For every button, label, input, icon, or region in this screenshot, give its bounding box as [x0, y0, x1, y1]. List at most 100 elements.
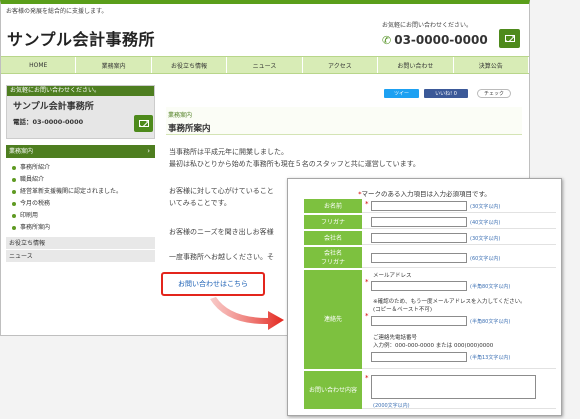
- sidebar-contact-bar: お気軽にお問い合わせください。: [7, 86, 154, 96]
- form-label-furigana: フリガナ: [304, 215, 362, 229]
- paragraph-text: いてみることです。: [169, 199, 231, 207]
- sidebar-item-label: 事務所紹介: [20, 164, 51, 171]
- form-label-contact: 連絡先: [304, 270, 362, 369]
- input-hint: (半角13文字以内): [470, 355, 511, 361]
- sidebar-item-label: 経営革新支援機関に認定されました。: [20, 188, 123, 195]
- email-label: メールアドレス: [373, 273, 412, 279]
- like-button[interactable]: いいね! 0: [424, 89, 468, 98]
- sidebar-item-label: 印刷用: [20, 212, 39, 219]
- sidebar-office-name: サンプル会計事務所: [13, 102, 94, 112]
- paragraph-text: お客様のニーズを聞き出しお客様: [169, 228, 274, 236]
- sidebar-item-tax[interactable]: 今月の税務: [12, 198, 155, 210]
- bullet-icon: [12, 202, 16, 206]
- header-mail-button[interactable]: [499, 29, 520, 48]
- breadcrumb-category: 業務案内: [168, 112, 193, 119]
- global-nav: HOME 業務案内 お役立ち情報 ニュース アクセス お問い合わせ 決算公告: [1, 56, 529, 74]
- company-input[interactable]: [371, 233, 467, 243]
- bullet-icon: [12, 214, 16, 218]
- sidebar-link-useful-info[interactable]: お役立ち情報: [6, 236, 155, 249]
- nav-item-financial-notice[interactable]: 決算公告: [454, 57, 529, 73]
- contact-cta-link[interactable]: お問い合わせはこちら: [161, 272, 265, 296]
- furigana-input[interactable]: [371, 217, 467, 227]
- input-hint: (半角80文字以内): [470, 284, 511, 290]
- email-confirm-input[interactable]: [371, 316, 467, 326]
- label-line: フリガナ: [320, 258, 345, 266]
- sidebar-item-label: 今月の税務: [20, 200, 51, 207]
- nav-item-home[interactable]: HOME: [1, 57, 77, 73]
- tel-format: 入力例：000-000-0000 または 000(000)0000: [373, 343, 494, 349]
- bullet-icon: [12, 166, 16, 170]
- input-hint: (2000文字以内): [373, 403, 410, 409]
- form-row-inquiry: お問い合わせ内容 * (2000文字以内): [304, 371, 556, 410]
- sidebar-menu: 業務案内 › 事務所紹介 職員紹介 経営革新支援機関に認定されました。 今月の税務…: [6, 145, 155, 262]
- bullet-icon: [12, 226, 16, 230]
- sidebar-mail-button[interactable]: [134, 115, 153, 132]
- check-button[interactable]: チェック: [477, 89, 511, 98]
- input-hint: (半角80文字以内): [470, 319, 511, 325]
- contact-form-panel: *マークのある入力項目は入力必須項目です。 お名前 * (30文字以内) フリガ…: [287, 178, 562, 416]
- site-logo[interactable]: サンプル会計事務所: [7, 26, 155, 50]
- input-hint: (30文字以内): [470, 204, 501, 210]
- tweet-label: ツイー: [393, 91, 409, 97]
- tel-input[interactable]: [371, 352, 467, 362]
- form-row-company-furigana: 会社名 フリガナ (60文字以内): [304, 247, 556, 269]
- form-row-contact: 連絡先 メールアドレス * (半角80文字以内) ※確認のため、もう一度メールア…: [304, 270, 556, 370]
- like-label: いいね! 0: [435, 91, 457, 97]
- sidebar-link-news[interactable]: ニュース: [6, 249, 155, 262]
- form-row-company: 会社名 (30文字以内): [304, 231, 556, 246]
- nav-item-news[interactable]: ニュース: [227, 57, 303, 73]
- tweet-button[interactable]: ツイー: [384, 89, 419, 98]
- required-star: *: [365, 374, 369, 382]
- form-row-furigana: フリガナ (40文字以内): [304, 215, 556, 230]
- nav-item-access[interactable]: アクセス: [303, 57, 379, 73]
- form-label-inquiry: お問い合わせ内容: [304, 371, 362, 409]
- input-hint: (60文字以内): [470, 256, 501, 262]
- input-hint: (30文字以内): [470, 236, 501, 242]
- header-phone[interactable]: ✆ 03-0000-0000: [382, 33, 488, 47]
- sidebar-item-certification[interactable]: 経営革新支援機関に認定されました。: [12, 186, 155, 198]
- label-line: 会社名: [323, 249, 342, 257]
- sidebar-contact-box: お気軽にお問い合わせください。 サンプル会計事務所 電話：03-0000-000…: [6, 85, 155, 139]
- paragraph-text: 当事務所は平成元年に開業しました。: [169, 148, 288, 156]
- sidebar-phone[interactable]: 電話：03-0000-0000: [7, 112, 154, 126]
- sidebar-item-print[interactable]: 印刷用: [12, 210, 155, 222]
- phone-icon: ✆: [382, 34, 392, 47]
- bullet-icon: [12, 190, 16, 194]
- sidebar-item-label: 事務所案内: [20, 224, 51, 231]
- bullet-icon: [12, 178, 16, 182]
- form-label-company-furigana: 会社名 フリガナ: [304, 247, 362, 268]
- inquiry-textarea[interactable]: [371, 375, 536, 399]
- form-row-name: お名前 * (30文字以内): [304, 199, 556, 214]
- sidebar-item-staff[interactable]: 職員紹介: [12, 174, 155, 186]
- page-title: 事務所案内: [168, 124, 211, 134]
- mail-icon: [504, 35, 515, 42]
- company-furigana-input[interactable]: [371, 253, 467, 263]
- sidebar-menu-list: 事務所紹介 職員紹介 経営革新支援機関に認定されました。 今月の税務 印刷用 事…: [6, 158, 155, 236]
- sidebar-menu-head-label: 業務案内: [9, 148, 34, 155]
- nav-item-services[interactable]: 業務案内: [76, 57, 152, 73]
- form-label-name: お名前: [304, 199, 362, 213]
- required-note-text: マークのある入力項目は入力必須項目です。: [361, 190, 491, 198]
- name-input[interactable]: [371, 201, 467, 211]
- sidebar-item-office-guide[interactable]: 事務所案内: [12, 222, 155, 234]
- paragraph-needs: お客様のニーズを聞き出しお客様: [169, 226, 274, 238]
- required-star: *: [365, 200, 369, 208]
- form-label-company: 会社名: [304, 231, 362, 245]
- email-confirm-note-2: (コピー＆ペースト不可): [373, 307, 433, 313]
- email-input[interactable]: [371, 281, 467, 291]
- required-note: *マークのある入力項目は入力必須項目です。: [288, 188, 561, 198]
- header-phone-number: 03-0000-0000: [394, 33, 488, 47]
- email-confirm-note: ※確認のため、もう一度メールアドレスを入力してください。: [373, 299, 526, 305]
- nav-item-contact[interactable]: お問い合わせ: [378, 57, 454, 73]
- mail-icon: [138, 120, 149, 127]
- header-contact: お気軽にお問い合わせください。 ✆ 03-0000-0000: [382, 20, 488, 47]
- chevron-right-icon: ›: [147, 147, 150, 155]
- nav-item-useful-info[interactable]: お役立ち情報: [152, 57, 228, 73]
- paragraph-visit: 一度事務所へお越しください。そ: [169, 251, 274, 263]
- required-star: *: [365, 278, 369, 286]
- main-page-header: 業務案内 事務所案内: [166, 107, 522, 135]
- required-star: *: [365, 312, 369, 320]
- sidebar-item-office-intro[interactable]: 事務所紹介: [12, 162, 155, 174]
- sidebar-menu-head[interactable]: 業務案内 ›: [6, 145, 155, 158]
- header-contact-label: お気軽にお問い合わせください。: [382, 22, 473, 29]
